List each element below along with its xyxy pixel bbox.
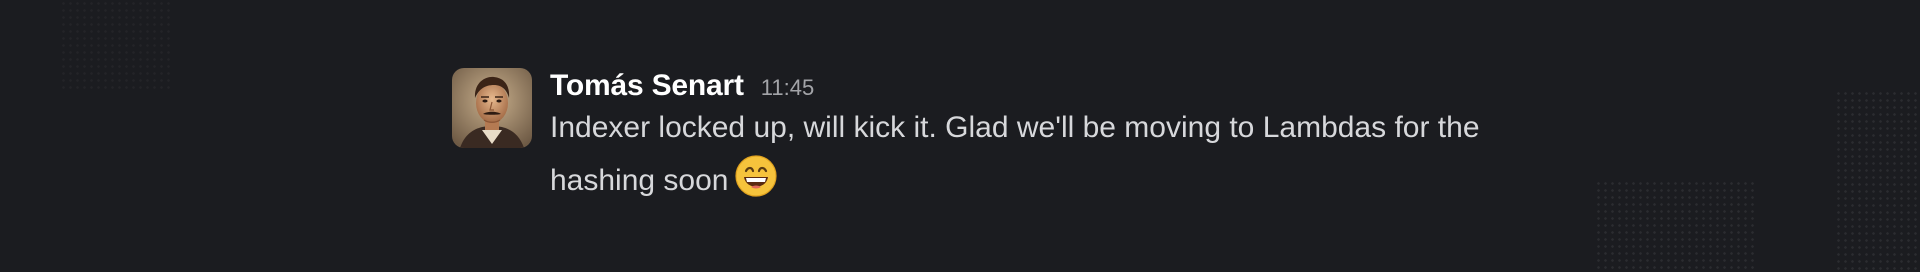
message-text: Indexer locked up, will kick it. Glad we…	[550, 111, 1480, 197]
chat-message: Tomás Senart 11:45 Indexer locked up, wi…	[452, 68, 1530, 207]
avatar-portrait-icon	[452, 68, 532, 148]
background-texture	[60, 0, 170, 90]
message-header: Tomás Senart 11:45	[550, 68, 1530, 104]
avatar[interactable]	[452, 68, 532, 148]
background-texture	[1835, 90, 1920, 272]
background-texture	[1595, 180, 1755, 272]
message-body: Indexer locked up, will kick it. Glad we…	[550, 102, 1530, 207]
message-content: Tomás Senart 11:45 Indexer locked up, wi…	[550, 68, 1530, 207]
author-name[interactable]: Tomás Senart	[550, 68, 744, 104]
grinning-face-emoji-icon	[734, 154, 778, 198]
chat-pane: Tomás Senart 11:45 Indexer locked up, wi…	[0, 0, 1920, 272]
message-timestamp[interactable]: 11:45	[761, 70, 814, 106]
